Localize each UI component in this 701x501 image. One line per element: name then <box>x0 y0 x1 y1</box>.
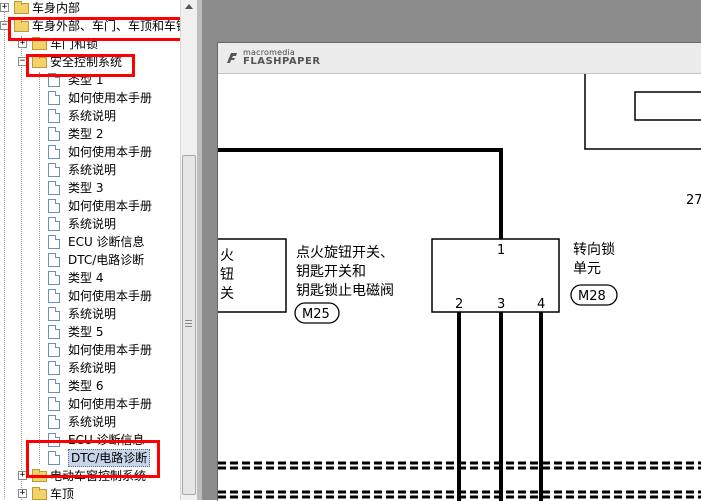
tree-item[interactable]: 如何使用本手册 <box>0 341 180 359</box>
document-icon <box>48 325 60 339</box>
viewer-edge <box>197 0 202 500</box>
document-icon <box>48 271 60 285</box>
document-icon <box>48 91 60 105</box>
ignition-label-2: 钥匙开关和 <box>296 264 366 280</box>
tree-item[interactable]: 如何使用本手册 <box>0 197 180 215</box>
tree-item-label: 如何使用本手册 <box>68 91 153 105</box>
document-icon <box>48 379 60 393</box>
tree-item-label: 类型 3 <box>68 181 104 195</box>
document-icon <box>48 145 60 159</box>
tree-item-label: 如何使用本手册 <box>68 289 153 303</box>
tree-item[interactable]: 如何使用本手册 <box>0 395 180 413</box>
expand-icon[interactable]: + <box>18 489 27 498</box>
corner-number: 27 <box>686 193 701 208</box>
document-icon <box>48 235 60 249</box>
folder-icon <box>32 487 47 500</box>
tree-item[interactable]: 类型 5 <box>0 323 180 341</box>
tree-item-label: 如何使用本手册 <box>68 145 153 159</box>
tree-item[interactable]: + 车身内部 <box>0 0 180 17</box>
tree-item-label: 如何使用本手册 <box>68 199 153 213</box>
tree-item-label: 如何使用本手册 <box>68 343 153 357</box>
tree-item-label: DTC/电路诊断 <box>68 253 145 267</box>
tree-item[interactable]: 系统说明 <box>0 161 180 179</box>
wiring-diagram: 27 火 钮 关 点火旋钮开关、 钥匙开关和 钥匙锁止电磁阀 M25 1 2 3… <box>218 74 701 501</box>
tree-item-label: 系统说明 <box>68 415 117 429</box>
tree-item[interactable]: DTC/电路诊断 <box>0 251 180 269</box>
tree-item[interactable]: 类型 2 <box>0 125 180 143</box>
pin-1-label: 1 <box>497 243 505 258</box>
document-icon <box>48 181 60 195</box>
document-icon <box>48 253 60 267</box>
tree-item[interactable]: 如何使用本手册 <box>0 89 180 107</box>
flashpaper-toolbar: macromedia FLASHPAPER <box>218 43 701 74</box>
navigation-tree: + 车身内部 − 车身外部、车门、车顶和车锁 + 车门和锁 − 安全控制系统 类型 1 如何使用本… <box>0 0 180 500</box>
flashpaper-logo-icon <box>227 53 237 63</box>
tree-item[interactable]: 系统说明 <box>0 413 180 431</box>
scrollbar-grip-icon <box>185 318 192 329</box>
steering-connector-label: M28 <box>578 289 606 304</box>
document-icon <box>48 217 60 231</box>
tree-item[interactable]: 系统说明 <box>0 359 180 377</box>
document-viewer: macromedia FLASHPAPER 27 火 钮 关 点火旋钮开关、 钥… <box>197 0 701 501</box>
left-label-3: 关 <box>220 286 234 302</box>
brand-bottom-text: FLASHPAPER <box>243 56 321 67</box>
document-icon <box>48 109 60 123</box>
tree-item-label: 车顶 <box>50 487 75 500</box>
document-icon <box>48 343 60 357</box>
steering-label-2: 单元 <box>573 261 601 277</box>
tree-item[interactable]: + 车顶 <box>0 485 180 500</box>
highlight-box-security <box>26 54 135 77</box>
tree-item-label: 如何使用本手册 <box>68 397 153 411</box>
tree-item[interactable]: 系统说明 <box>0 107 180 125</box>
tree-item-label: 类型 2 <box>68 127 104 141</box>
tree-item-label: 车身内部 <box>32 1 81 15</box>
tree-item[interactable]: 系统说明 <box>0 305 180 323</box>
flashpaper-document[interactable]: macromedia FLASHPAPER 27 火 钮 关 点火旋钮开关、 钥… <box>217 42 701 501</box>
highlight-box-dtc <box>26 440 160 478</box>
tree-item[interactable]: ECU 诊断信息 <box>0 233 180 251</box>
tree-item-label: 系统说明 <box>68 109 117 123</box>
highlight-box-exterior <box>8 17 180 41</box>
document-icon <box>48 307 60 321</box>
document-icon <box>48 289 60 303</box>
document-icon <box>48 199 60 213</box>
tree-item[interactable]: 如何使用本手册 <box>0 143 180 161</box>
diagram-frame-line <box>584 74 701 150</box>
tree-item-label: ECU 诊断信息 <box>68 235 145 249</box>
tree-item-label: 类型 5 <box>68 325 104 339</box>
tree-scrollbar[interactable] <box>180 0 197 500</box>
folder-icon <box>14 1 29 14</box>
ignition-label-3: 钥匙锁止电磁阀 <box>296 283 394 299</box>
tree-item[interactable]: 系统说明 <box>0 215 180 233</box>
left-label-1: 火 <box>220 248 234 264</box>
pin-4-label: 4 <box>537 297 545 312</box>
steering-label-1: 转向锁 <box>573 242 615 258</box>
diagram-box-topright <box>634 91 701 121</box>
tree-item-label: 系统说明 <box>68 307 117 321</box>
wire-top <box>218 148 503 239</box>
tree-item[interactable]: 类型 4 <box>0 269 180 287</box>
pin-2-label: 2 <box>455 297 463 312</box>
document-icon <box>48 415 60 429</box>
ignition-label-1: 点火旋钮开关、 <box>296 245 394 261</box>
tree-item[interactable]: 类型 3 <box>0 179 180 197</box>
document-icon <box>48 127 60 141</box>
pin-3-label: 3 <box>497 297 505 312</box>
tree-item-label: 类型 6 <box>68 379 104 393</box>
left-label-2: 钮 <box>220 267 234 283</box>
tree-item[interactable]: 如何使用本手册 <box>0 287 180 305</box>
tree-item-label: 系统说明 <box>68 163 117 177</box>
tree-item-label: 系统说明 <box>68 361 117 375</box>
scroll-up-arrow-icon[interactable] <box>185 4 193 9</box>
document-icon <box>48 397 60 411</box>
document-icon <box>48 361 60 375</box>
tree-item-label: 类型 4 <box>68 271 104 285</box>
tree-item[interactable]: 类型 6 <box>0 377 180 395</box>
ignition-connector-label: M25 <box>302 307 330 322</box>
document-icon <box>48 163 60 177</box>
tree-item-label: 系统说明 <box>68 217 117 231</box>
expand-icon[interactable]: + <box>0 3 9 12</box>
